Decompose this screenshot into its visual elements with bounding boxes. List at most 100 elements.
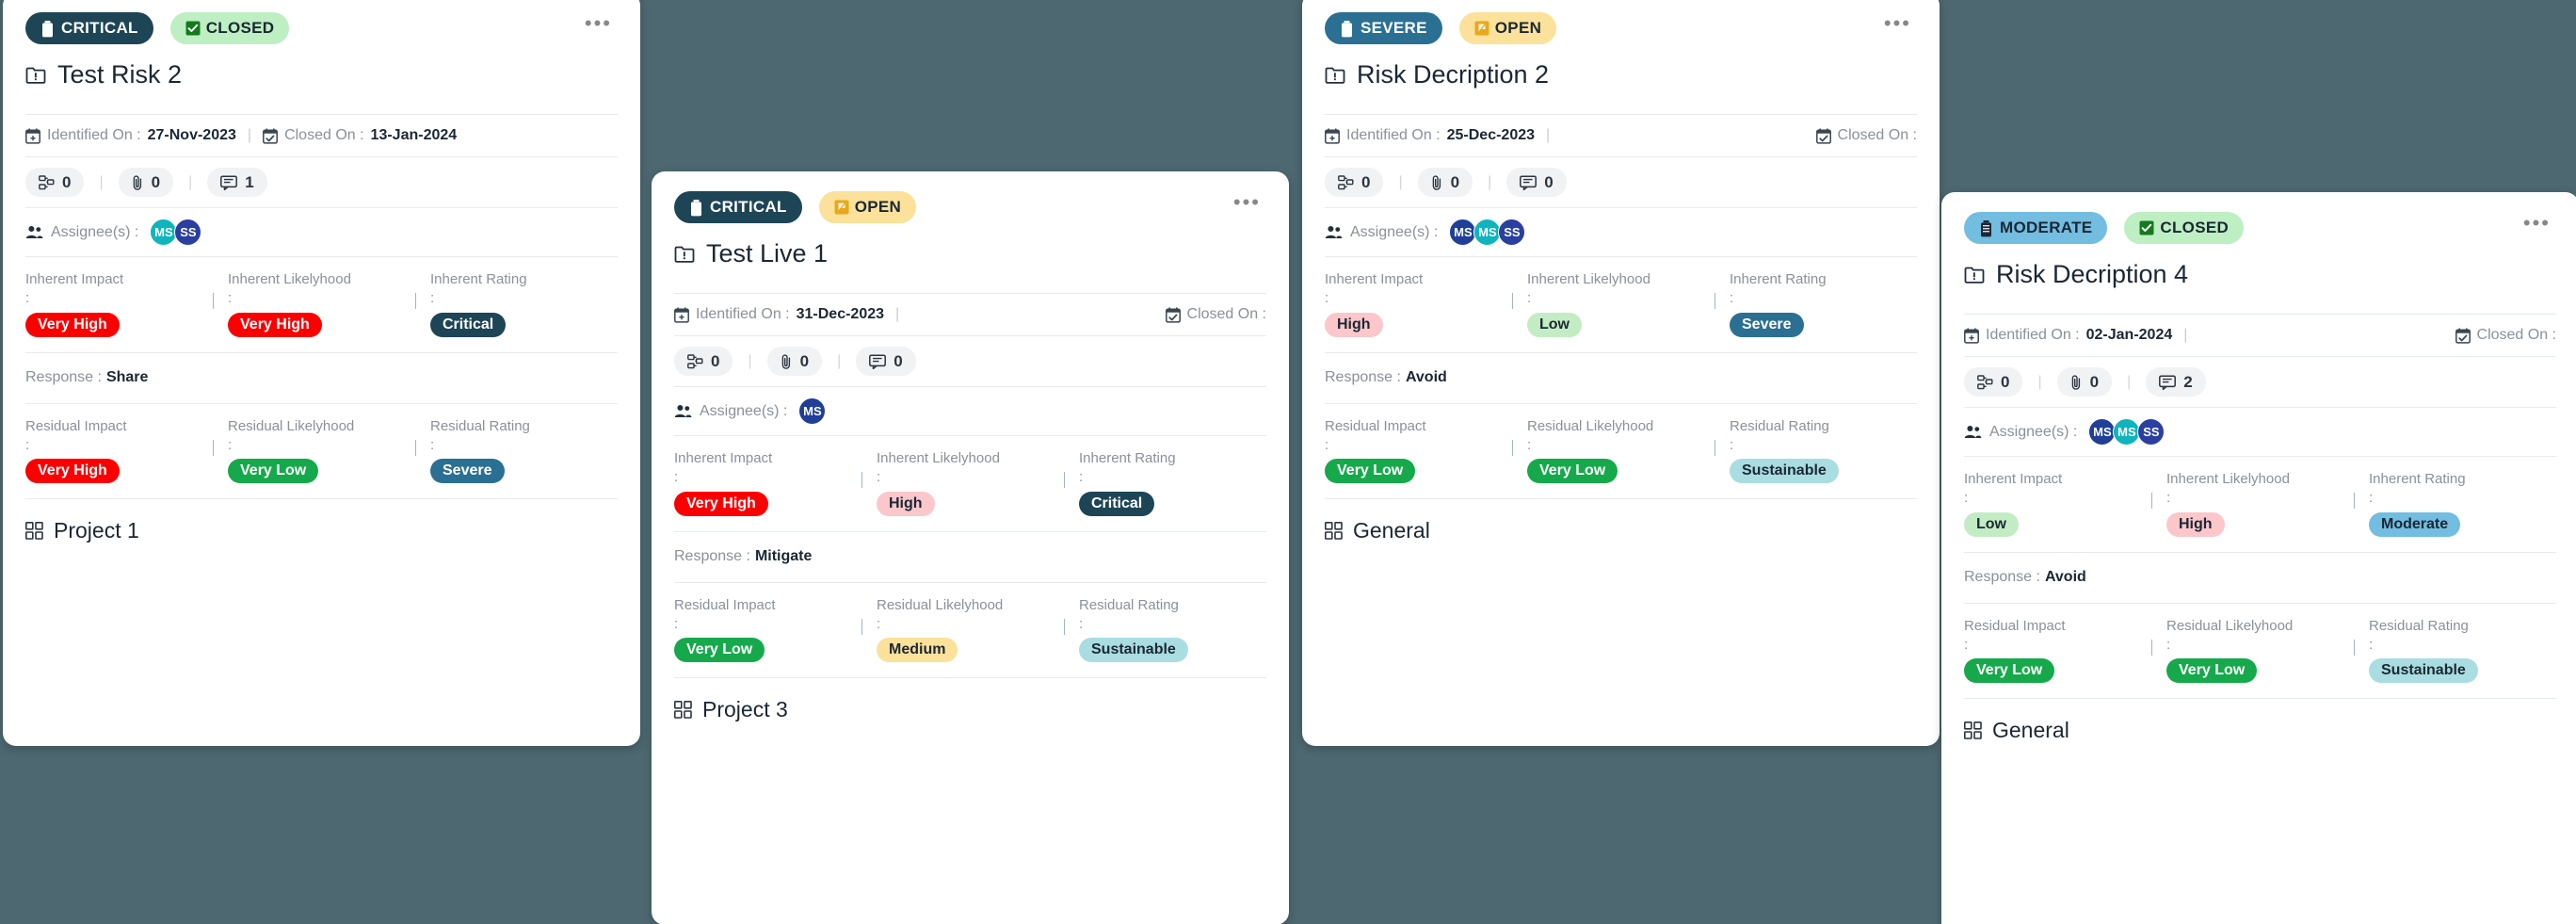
people-icon bbox=[1964, 425, 1982, 439]
separator-pipe: | bbox=[1488, 173, 1492, 190]
avatar[interactable]: SS bbox=[2137, 418, 2165, 446]
card-title-row[interactable]: Test Risk 2 bbox=[25, 47, 618, 114]
comments-counter[interactable]: 0 bbox=[1506, 168, 1567, 197]
inherent-rating-tag: Critical bbox=[1079, 491, 1155, 516]
avatar[interactable]: SS bbox=[1498, 219, 1526, 246]
more-options-icon[interactable]: ••• bbox=[1228, 192, 1266, 217]
comments-counter[interactable]: 2 bbox=[2146, 367, 2206, 397]
more-options-icon[interactable]: ••• bbox=[1878, 13, 1917, 38]
colon: : bbox=[2369, 490, 2374, 507]
avatar[interactable]: MS bbox=[150, 219, 178, 246]
residual-rating-tag: Sustainable bbox=[1079, 638, 1188, 662]
avatar[interactable]: MS bbox=[2088, 418, 2117, 446]
residual-rating-tag: Severe bbox=[430, 459, 505, 483]
inherent-likelyhood-tag: Low bbox=[1527, 312, 1582, 337]
severity-badge[interactable]: SEVERE bbox=[1325, 12, 1442, 44]
links-counter[interactable]: 0 bbox=[1325, 168, 1384, 197]
dates-row: Identified On : 31-Dec-2023 | Closed On : bbox=[674, 294, 1266, 335]
status-badge[interactable]: CLOSED bbox=[2124, 212, 2245, 244]
dates-row: Identified On : 25-Dec-2023 | Closed On : bbox=[1325, 115, 1917, 156]
inherent-impact-tag: Very High bbox=[25, 312, 120, 337]
attachments-counter[interactable]: 0 bbox=[118, 168, 174, 197]
avatar[interactable]: MS bbox=[1449, 219, 1477, 246]
colon: : bbox=[1730, 436, 1734, 453]
severity-badge[interactable]: CRITICAL bbox=[25, 12, 153, 44]
status-badge[interactable]: OPEN bbox=[1458, 12, 1557, 44]
inherent-likelyhood-label: Inherent Likelyhood bbox=[877, 450, 1000, 466]
attachments-counter[interactable]: 0 bbox=[766, 347, 823, 376]
status-badge[interactable]: CLOSED bbox=[169, 12, 290, 44]
people-icon bbox=[1325, 225, 1343, 239]
paperclip-icon bbox=[1431, 174, 1443, 191]
counters-row: 0 | 0 | 1 bbox=[25, 157, 618, 207]
colon: : bbox=[674, 469, 679, 486]
more-options-icon[interactable]: ••• bbox=[2518, 213, 2556, 237]
separator-pipe: | bbox=[2037, 373, 2042, 390]
closed-on-label: Closed On : bbox=[284, 127, 364, 143]
response-row: Response : Avoid bbox=[1325, 353, 1917, 403]
residual-impact-label: Residual Impact bbox=[1964, 617, 2066, 634]
inherent-rating-cell: Inherent Rating: Moderate bbox=[2354, 470, 2556, 537]
project-row[interactable]: Project 1 bbox=[25, 499, 618, 566]
inherent-likelyhood-cell: Inherent Likelyhood: High bbox=[2151, 470, 2354, 537]
response-row: Response : Mitigate bbox=[674, 532, 1266, 582]
links-count: 0 bbox=[2001, 372, 2010, 391]
comments-counter[interactable]: 1 bbox=[207, 168, 267, 197]
avatar[interactable]: MS bbox=[1473, 219, 1502, 246]
separator-pipe: | bbox=[188, 173, 193, 190]
battery-icon bbox=[40, 20, 55, 37]
links-counter[interactable]: 0 bbox=[674, 347, 733, 376]
paperclip-icon bbox=[2070, 374, 2083, 391]
avatar[interactable]: MS bbox=[798, 397, 827, 425]
residual-rating-label: Residual Rating bbox=[1730, 417, 1829, 434]
separator-pipe: | bbox=[837, 352, 842, 369]
residual-rating-row: Residual Impact: Very Low Residual Likelyh… bbox=[1325, 404, 1917, 499]
identified-on-group: Identified On : 25-Dec-2023 bbox=[1325, 127, 1535, 144]
attachments-count: 0 bbox=[151, 172, 161, 191]
card-title-row[interactable]: Risk Decription 4 bbox=[1964, 247, 2556, 314]
residual-rating-label: Residual Rating bbox=[2369, 617, 2469, 634]
risk-card[interactable]: SEVERE OPEN ••• Risk Decription 2 Identified… bbox=[1302, 0, 1940, 746]
residual-likelyhood-label: Residual Likelyhood bbox=[228, 417, 355, 434]
severity-label: MODERATE bbox=[2000, 219, 2093, 236]
risk-card[interactable]: MODERATE CLOSED ••• Risk Decription 4 Identi… bbox=[1941, 192, 2576, 924]
avatar[interactable]: SS bbox=[174, 219, 202, 246]
more-options-icon[interactable]: ••• bbox=[579, 13, 618, 38]
comment-icon bbox=[869, 353, 887, 369]
paperclip-icon bbox=[132, 174, 144, 191]
assignees-row: Assignee(s) : MS SS bbox=[25, 208, 618, 256]
risk-card[interactable]: CRITICAL OPEN ••• Test Live 1 Identified On … bbox=[652, 171, 1289, 924]
response-row: Response : Avoid bbox=[1964, 553, 2556, 603]
colon: : bbox=[2166, 636, 2171, 653]
colon: : bbox=[1527, 290, 1532, 307]
card-title-row[interactable]: Test Live 1 bbox=[674, 226, 1266, 293]
inherent-impact-label: Inherent Impact bbox=[1964, 471, 2063, 487]
residual-impact-cell: Residual Impact: Very Low bbox=[1325, 417, 1512, 483]
severity-badge[interactable]: MODERATE bbox=[1964, 212, 2108, 244]
battery-icon bbox=[1340, 20, 1354, 37]
residual-likelyhood-label: Residual Likelyhood bbox=[1527, 417, 1654, 434]
inherent-likelyhood-label: Inherent Likelyhood bbox=[1527, 271, 1650, 287]
comment-icon bbox=[220, 174, 238, 190]
card-title-row[interactable]: Risk Decription 2 bbox=[1325, 47, 1917, 114]
project-row[interactable]: Project 3 bbox=[674, 678, 1266, 745]
comments-counter[interactable]: 0 bbox=[856, 347, 916, 376]
avatar[interactable]: MS bbox=[2113, 418, 2141, 446]
risk-card[interactable]: CRITICAL CLOSED ••• Test Risk 2 Identified O… bbox=[3, 0, 640, 746]
grid-icon bbox=[1964, 721, 1982, 739]
severity-badge[interactable]: CRITICAL bbox=[674, 191, 802, 223]
status-badge[interactable]: OPEN bbox=[818, 191, 917, 223]
links-counter[interactable]: 0 bbox=[25, 168, 85, 197]
severity-label: CRITICAL bbox=[61, 19, 138, 37]
attachments-counter[interactable]: 0 bbox=[1417, 168, 1473, 197]
project-row[interactable]: General bbox=[1964, 699, 2556, 766]
counters-row: 0 | 0 | 0 bbox=[674, 336, 1266, 386]
links-counter[interactable]: 0 bbox=[1964, 367, 2023, 397]
attachments-counter[interactable]: 0 bbox=[2056, 367, 2113, 397]
residual-rating-row: Residual Impact: Very Low Residual Likelyh… bbox=[1964, 604, 2556, 699]
comment-icon bbox=[1520, 174, 1538, 190]
project-row[interactable]: General bbox=[1325, 499, 1917, 566]
closed-on-value: 13-Jan-2024 bbox=[370, 127, 458, 143]
colon: : bbox=[1325, 290, 1329, 307]
residual-impact-label: Residual Impact bbox=[674, 596, 776, 613]
